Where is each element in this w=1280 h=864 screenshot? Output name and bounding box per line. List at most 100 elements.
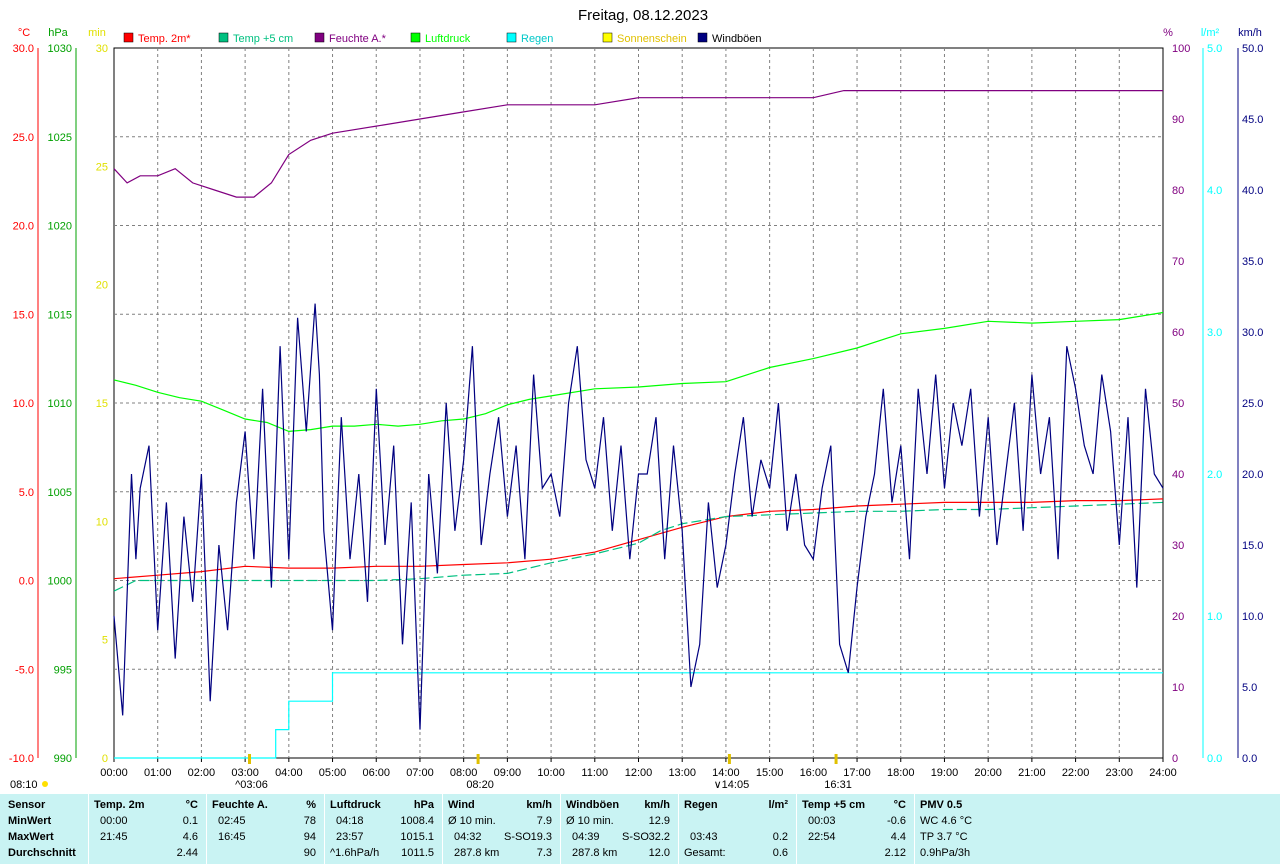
pressure-tick-label: 1010: [48, 398, 72, 410]
x-tick-label: 20:00: [974, 767, 1002, 779]
stats-rain-unit: l/m²: [768, 799, 788, 811]
stats-wind-col: Wind km/h Ø 10 min. 7.9 04:32 S-SO 19.3 …: [442, 794, 560, 864]
x-tick-label: 09:00: [494, 767, 522, 779]
stats-wind-title: Wind: [448, 799, 475, 811]
stats-humidity-title: Feuchte A.: [212, 799, 268, 811]
wind-tick-label: 30.0: [1242, 327, 1263, 339]
rain-tick-label: 1.0: [1207, 611, 1222, 623]
sunshine-tick-label: 10: [96, 516, 108, 528]
stats-gust-unit: km/h: [644, 799, 670, 811]
stats-gust-max-time: 04:39: [572, 831, 600, 843]
stats-gust-run: 287.8 km: [572, 847, 618, 859]
sunshine-tick-label: 30: [96, 43, 108, 55]
wind-axis-unit: km/h: [1238, 27, 1262, 39]
stats-pmv-pressure-trend: 0.9hPa/3h: [920, 847, 971, 859]
temp-tick-label: 25.0: [13, 132, 34, 144]
humidity-axis-unit: %: [1163, 27, 1173, 39]
wind-tick-label: 15.0: [1242, 540, 1263, 552]
legend-swatch: [123, 32, 134, 43]
stats-wind-avg10-val: 7.9: [536, 815, 552, 827]
stats-temp5-avg: 2.12: [884, 847, 906, 859]
humidity-tick-label: 30: [1172, 540, 1184, 552]
stats-gust-avg10-label: Ø 10 min.: [566, 815, 614, 827]
temp-tick-label: 30.0: [13, 43, 34, 55]
stats-gust-col: Windböen km/h Ø 10 min. 12.9 04:39 S-SO …: [560, 794, 678, 864]
wind-tick-label: 50.0: [1242, 43, 1263, 55]
pressure-tick-label: 1000: [48, 576, 72, 588]
stats-rain-max-time: 03:43: [690, 831, 718, 843]
stats-panel: Sensor MinWert MaxWert Durchschnitt Temp…: [0, 794, 1280, 864]
rain-tick-label: 2.0: [1207, 469, 1222, 481]
pressure-tick-label: 1030: [48, 43, 72, 55]
x-tick-label: 22:00: [1062, 767, 1090, 779]
pressure-tick-label: 995: [54, 664, 72, 676]
humidity-tick-label: 0: [1172, 753, 1178, 765]
stats-rain-total-label: Gesamt:: [684, 847, 726, 859]
legend-item: Luftdruck: [425, 33, 471, 45]
stats-pressure-max-time: 23:57: [336, 831, 364, 843]
stats-pmv-dewpoint: TP 3.7 °C: [920, 831, 968, 843]
legend-swatch: [314, 32, 325, 43]
stats-rain-title: Regen: [684, 799, 718, 811]
stats-pressure-col: Luftdruck hPa 04:18 1008.4 23:57 1015.1 …: [324, 794, 442, 864]
humidity-tick-label: 80: [1172, 185, 1184, 197]
x-tick-label: 19:00: [931, 767, 959, 779]
wind-tick-label: 0.0: [1242, 753, 1257, 765]
x-tick-label: 14:00: [712, 767, 740, 779]
stats-pressure-min-val: 1008.4: [400, 815, 434, 827]
x-tick-label: 15:00: [756, 767, 784, 779]
stats-min-row-label: MinWert: [8, 815, 52, 827]
stats-pressure-unit: hPa: [413, 799, 434, 811]
sun-icon: [42, 781, 48, 787]
temp-tick-label: -10.0: [9, 753, 34, 765]
stats-temp2m-title: Temp. 2m: [94, 799, 145, 811]
temp-tick-label: 10.0: [13, 398, 34, 410]
stats-humidity-max-val: 94: [303, 831, 316, 843]
stats-avg-row-label: Durchschnitt: [8, 847, 76, 859]
legend-swatch: [218, 32, 229, 43]
temp-tick-label: -5.0: [15, 664, 34, 676]
stats-temp2m-unit: °C: [185, 799, 198, 811]
humidity-tick-label: 20: [1172, 611, 1184, 623]
stats-humidity-max-time: 16:45: [218, 831, 246, 843]
wind-tick-label: 35.0: [1242, 256, 1263, 268]
legend-item: Temp +5 cm: [233, 33, 293, 45]
event-marker-label: 16:31: [824, 779, 852, 791]
humidity-tick-label: 50: [1172, 398, 1184, 410]
rain-tick-label: 3.0: [1207, 327, 1222, 339]
stats-temp2m-avg: 2.44: [176, 847, 198, 859]
stats-pressure-avg: 1011.5: [401, 847, 434, 859]
legend-item: Regen: [521, 33, 553, 45]
stats-pressure-max-val: 1015.1: [400, 831, 434, 843]
stats-pressure-trend: ^1.6hPa/h: [330, 847, 380, 859]
event-marker-label: ^03:06: [235, 779, 268, 791]
stats-temp5-min-val: -0.6: [887, 815, 906, 827]
x-tick-label: 08:00: [450, 767, 478, 779]
x-tick-label: 00:00: [100, 767, 128, 779]
pressure-tick-label: 1020: [48, 221, 72, 233]
stats-temp5-min-time: 00:03: [808, 815, 836, 827]
x-tick-label: 04:00: [275, 767, 303, 779]
temp-tick-label: 20.0: [13, 221, 34, 233]
legend-item: Windböen: [712, 33, 762, 45]
pressure-tick-label: 1015: [48, 309, 72, 321]
humidity-tick-label: 100: [1172, 43, 1190, 55]
rain-tick-label: 0.0: [1207, 753, 1222, 765]
stats-sensor-header: Sensor: [8, 799, 46, 811]
sunshine-tick-label: 0: [102, 753, 108, 765]
sunshine-tick-label: 15: [96, 398, 108, 410]
temp-tick-label: 15.0: [13, 309, 34, 321]
stats-humidity-min-time: 02:45: [218, 815, 246, 827]
legend-swatch: [697, 32, 708, 43]
chart-title: Freitag, 08.12.2023: [578, 7, 708, 24]
stats-temp2m-max-val: 4.6: [182, 831, 198, 843]
stats-gust-max-val: 32.2: [648, 831, 670, 843]
humidity-tick-label: 60: [1172, 327, 1184, 339]
stats-temp5-max-val: 4.4: [890, 831, 906, 843]
stats-pressure-min-time: 04:18: [336, 815, 364, 827]
stats-rain-col: Regen l/m² 03:43 0.2 Gesamt: 0.6: [678, 794, 796, 864]
x-tick-label: 16:00: [800, 767, 828, 779]
sunshine-tick-label: 20: [96, 280, 108, 292]
stats-max-row-label: MaxWert: [8, 831, 54, 843]
stats-rain-max-val: 0.2: [772, 831, 788, 843]
